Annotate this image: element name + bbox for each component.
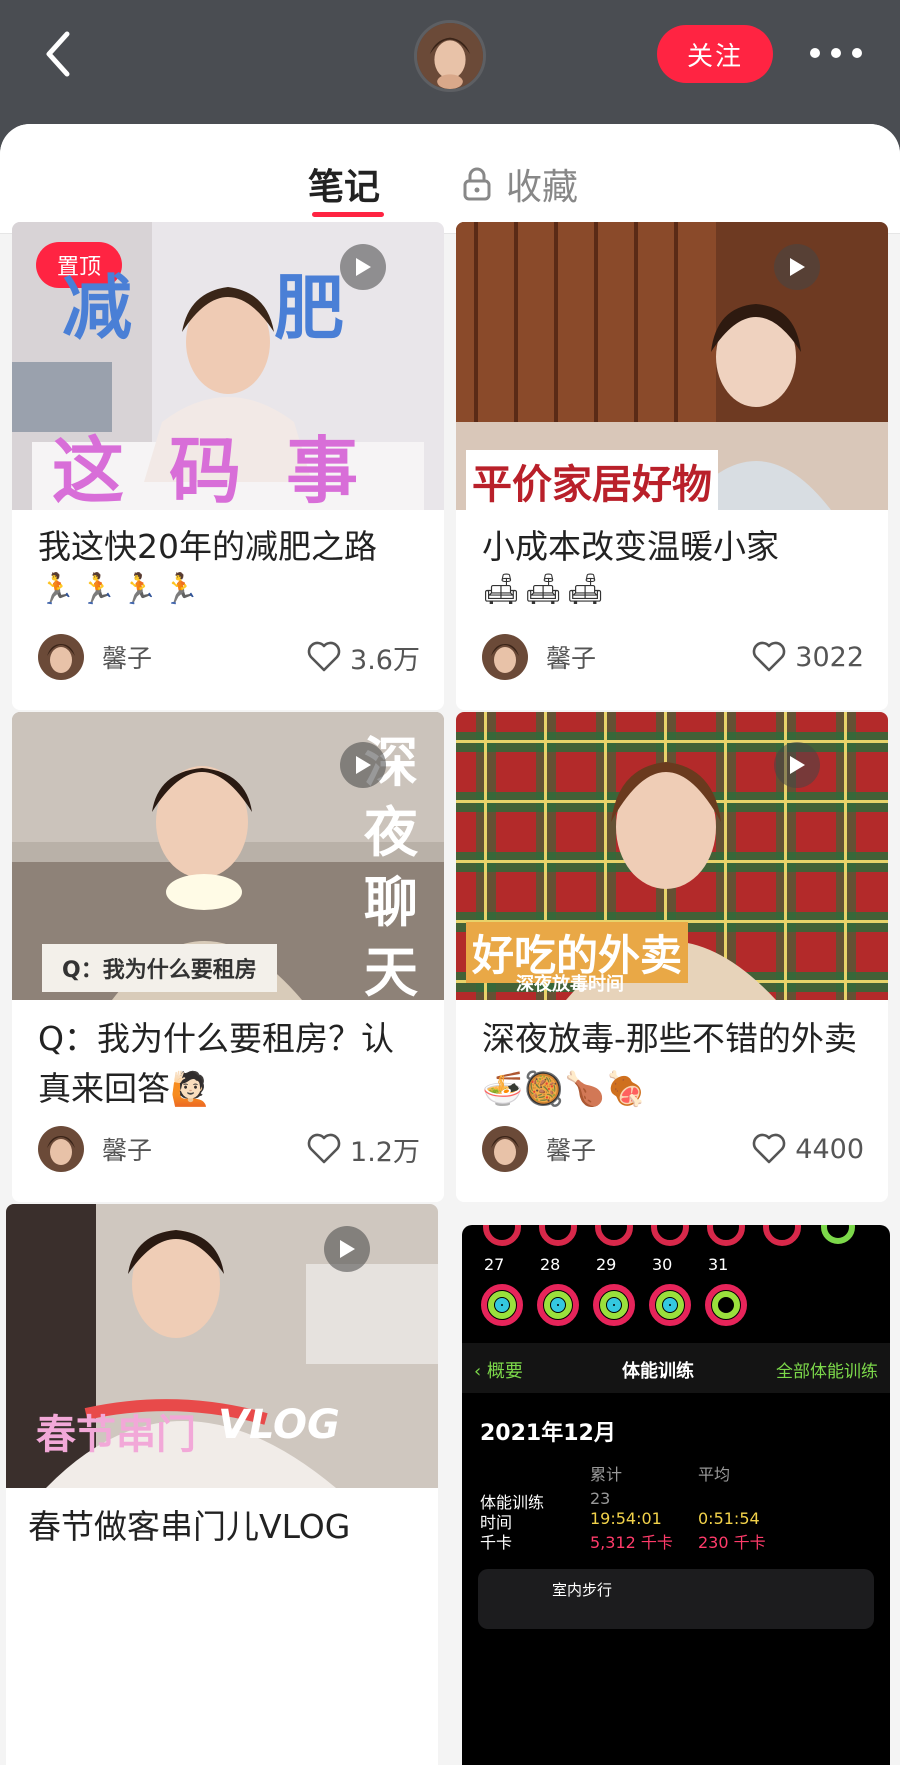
note-title: 我这快20年的减肥之路 — [38, 527, 377, 566]
note-card[interactable]: 好吃的外卖 深夜放毒时间 深夜放毒-那些不错的外卖🍜🥘🍗🍖 馨子 4400 — [456, 712, 888, 1202]
heart-icon — [307, 641, 341, 672]
tab-favorites-label: 收藏 — [506, 167, 579, 208]
fitness-summary-card[interactable]: 27 28 29 30 31 ‹ 概要 体能训练 全部体能训练 2021年12月… — [462, 1225, 890, 1765]
back-button[interactable] — [38, 26, 78, 82]
heart-icon — [752, 641, 786, 672]
kcal-avg: 230 千卡 — [698, 1533, 766, 1552]
day-label: 30 — [652, 1255, 673, 1274]
top-bar: 关注 — [0, 0, 900, 120]
cover-text: 这 码 事 — [52, 429, 369, 513]
note-footer: 馨子 3.6万 — [38, 632, 420, 682]
fitness-month: 2021年12月 — [480, 1421, 616, 1446]
workout-item-label: 室内步行 — [552, 1581, 613, 1599]
cover-text: 聊 — [364, 871, 418, 934]
author-name[interactable]: 馨子 — [102, 639, 152, 675]
time-total: 19:54:01 — [590, 1509, 662, 1528]
note-title-emoji: 🛋🛋🛋 — [482, 572, 609, 607]
note-title: Q：我为什么要租房？认真来回答🙋🏻 — [38, 1019, 394, 1108]
video-play-icon — [774, 244, 820, 290]
cover-text: 平价家居好物 — [466, 450, 718, 512]
heart-icon — [752, 1133, 786, 1164]
tab-favorites[interactable]: 收藏 — [462, 158, 578, 210]
kcal-total: 5,312 千卡 — [590, 1533, 673, 1552]
note-title: 春节做客串门儿VLOG — [28, 1507, 351, 1546]
row-kcal-label: 千卡 — [480, 1533, 513, 1552]
tab-notes[interactable]: 笔记 — [308, 158, 380, 210]
video-play-icon — [324, 1226, 370, 1272]
follow-button[interactable]: 关注 — [657, 25, 773, 83]
video-play-icon — [774, 742, 820, 788]
day-label: 27 — [484, 1255, 505, 1274]
tab-bar: 笔记 收藏 — [0, 124, 900, 234]
cover-text: 春节串门 — [36, 1412, 196, 1458]
author-avatar[interactable] — [38, 1126, 84, 1172]
like-button[interactable]: 3.6万 — [306, 638, 420, 677]
profile-avatar[interactable] — [414, 20, 486, 92]
active-tab-indicator — [312, 212, 384, 217]
like-count: 4400 — [795, 1133, 864, 1165]
note-footer: 馨子 3022 — [482, 632, 864, 682]
fitness-nav-title: 体能训练 — [622, 1361, 694, 1382]
cover-text: 天 — [364, 941, 418, 1004]
fitness-nav: ‹ 概要 体能训练 全部体能训练 — [462, 1343, 890, 1393]
like-count: 3022 — [795, 641, 864, 673]
more-options-icon[interactable] — [810, 38, 862, 68]
note-card[interactable]: 置顶 减 肥 这 码 事 我这快20年的减肥之路 🏃🏃🏃🏃 馨子 3.6万 — [12, 222, 444, 710]
note-card[interactable]: 平价家居好物 小成本改变温暖小家 🛋🛋🛋 馨子 3022 — [456, 222, 888, 710]
cover-text: 深夜放毒时间 — [516, 974, 624, 995]
like-button[interactable]: 4400 — [751, 1133, 864, 1165]
like-count: 3.6万 — [350, 644, 420, 676]
time-avg: 0:51:54 — [698, 1509, 760, 1528]
video-play-icon — [340, 742, 386, 788]
like-count: 1.2万 — [350, 1136, 420, 1168]
day-label: 29 — [596, 1255, 617, 1274]
workouts-total: 23 — [590, 1489, 611, 1508]
like-button[interactable]: 3022 — [751, 641, 864, 673]
col-total-header: 累计 — [590, 1465, 623, 1484]
note-card[interactable]: 深 夜 聊 天 Q：我为什么要租房 Q：我为什么要租房？认真来回答🙋🏻 馨子 1… — [12, 712, 444, 1202]
fitness-all-link[interactable]: 全部体能训练 — [776, 1357, 878, 1382]
note-footer: 馨子 1.2万 — [38, 1124, 420, 1174]
note-footer: 馨子 4400 — [482, 1124, 864, 1174]
author-name[interactable]: 馨子 — [546, 1131, 596, 1167]
note-title: 小成本改变温暖小家 — [482, 527, 779, 566]
day-label: 31 — [708, 1255, 729, 1274]
lock-icon — [462, 166, 492, 202]
note-title-emoji: 🏃🏃🏃🏃 — [38, 572, 204, 607]
author-avatar[interactable] — [482, 1126, 528, 1172]
cover-text: 肥 — [274, 267, 344, 349]
note-card[interactable]: 春节串门 VLOG 春节做客串门儿VLOG — [6, 1204, 438, 1765]
chevron-left-icon — [46, 31, 70, 77]
workout-item[interactable]: 室内步行 — [478, 1569, 874, 1629]
author-avatar[interactable] — [482, 634, 528, 680]
author-name[interactable]: 馨子 — [102, 1131, 152, 1167]
heart-icon — [307, 1133, 341, 1164]
cover-text: 夜 — [364, 801, 418, 864]
day-label: 28 — [540, 1255, 561, 1274]
day-labels: 27 28 29 30 31 — [484, 1255, 784, 1274]
cover-text: 减 — [62, 267, 132, 349]
col-avg-header: 平均 — [698, 1465, 731, 1484]
fitness-back-button[interactable]: ‹ 概要 — [474, 1357, 523, 1383]
like-button[interactable]: 1.2万 — [306, 1130, 420, 1169]
note-title: 深夜放毒-那些不错的外卖🍜🥘🍗🍖 — [482, 1019, 857, 1108]
author-avatar[interactable] — [38, 634, 84, 680]
video-play-icon — [340, 244, 386, 290]
cover-text: Q：我为什么要租房 — [42, 944, 277, 992]
author-name[interactable]: 馨子 — [546, 639, 596, 675]
cover-text: VLOG — [218, 1402, 340, 1448]
